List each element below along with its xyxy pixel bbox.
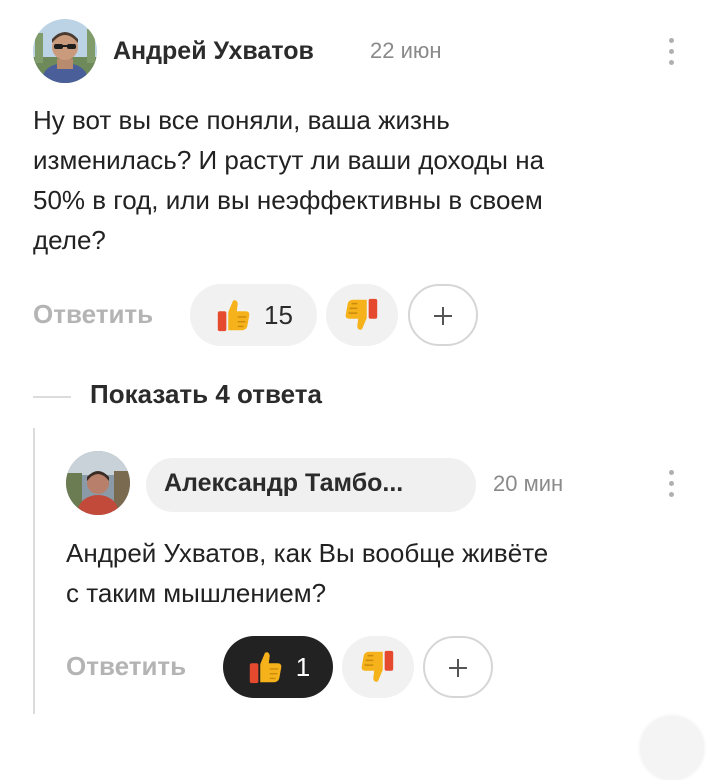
thumbs-up-icon (249, 652, 282, 684)
reply-text-line: с таким мышлением? (66, 578, 327, 608)
thread-line (33, 428, 35, 714)
comment-time: 22 июн (370, 38, 442, 63)
reply-like-button[interactable]: 1 (223, 636, 333, 698)
thread-divider (33, 396, 71, 398)
reply-text: Андрей Ухватов, как Вы вообще живёте с т… (66, 533, 696, 613)
like-button[interactable]: 15 (190, 284, 317, 346)
reply-like-count: 1 (295, 651, 311, 682)
dislike-button[interactable] (326, 284, 398, 346)
comment-text-line: Ну вот вы все поняли, ваша жизнь (33, 105, 450, 135)
floating-action-button[interactable] (640, 716, 704, 780)
reply-button[interactable]: Ответить (33, 299, 153, 330)
comment-text: Ну вот вы все поняли, ваша жизнь изменил… (33, 100, 693, 260)
thumbs-down-icon (361, 650, 394, 682)
reply-author-chip[interactable]: Александр Тамбо... (146, 458, 476, 512)
reply-author-name: Александр Тамбо... (164, 469, 404, 497)
user-avatar-photo-icon (66, 451, 130, 515)
author-name[interactable]: Андрей Ухватов (113, 37, 314, 66)
reply-menu-icon[interactable] (662, 466, 682, 502)
comment-text-line: 50% в год, или вы неэффективны в своем (33, 185, 543, 215)
reply-author-avatar[interactable] (66, 451, 130, 515)
reply-text-line: Андрей Ухватов, как Вы вообще живёте (66, 538, 549, 568)
thumbs-down-icon (345, 298, 378, 330)
reply-add-reaction-button[interactable] (423, 636, 493, 698)
comment-text-line: деле? (33, 225, 106, 255)
like-count: 15 (264, 299, 293, 330)
user-avatar-photo-icon (33, 19, 97, 83)
author-avatar[interactable] (33, 19, 97, 83)
reply-dislike-button[interactable] (342, 636, 414, 698)
add-reaction-button[interactable] (408, 284, 478, 346)
show-replies-button[interactable]: Показать 4 ответа (90, 379, 322, 410)
reply-time: 20 мин (493, 471, 564, 496)
thumbs-up-icon (217, 300, 250, 332)
comment-text-line: изменилась? И растут ли ваши доходы на (33, 145, 545, 175)
comment-menu-icon[interactable] (662, 34, 682, 70)
reply-reply-button[interactable]: Ответить (66, 651, 186, 682)
